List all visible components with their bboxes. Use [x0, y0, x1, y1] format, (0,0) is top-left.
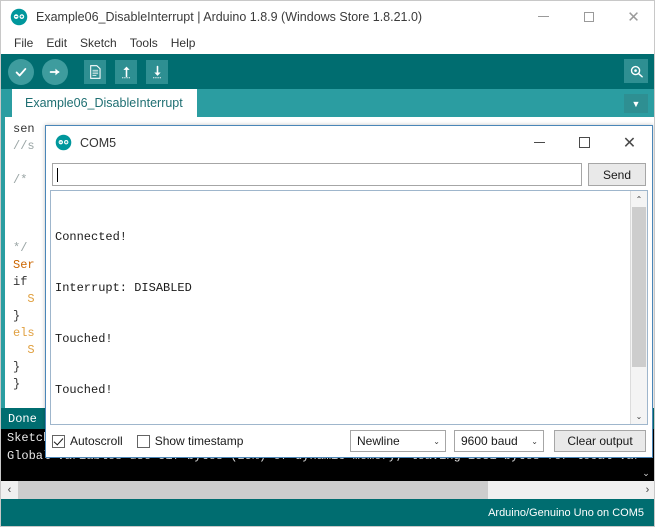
window-controls: ✕: [521, 1, 654, 32]
serial-output-scrollbar[interactable]: ⌃ ⌄: [630, 191, 647, 424]
magnifier-icon: [630, 65, 643, 77]
arduino-ide-window: Example06_DisableInterrupt | Arduino 1.8…: [0, 0, 655, 527]
scroll-track[interactable]: [631, 207, 647, 408]
maximize-button[interactable]: [566, 1, 611, 32]
serial-input-row: Send: [46, 159, 652, 190]
menu-tools[interactable]: Tools: [124, 34, 165, 52]
line-ending-value: Newline: [357, 434, 400, 448]
serial-send-input[interactable]: [52, 163, 582, 186]
text-caret: [57, 167, 58, 182]
arduino-logo-icon: [55, 134, 72, 151]
menu-help[interactable]: Help: [165, 34, 203, 52]
menubar: File Edit Sketch Tools Help: [1, 32, 654, 54]
menu-edit[interactable]: Edit: [40, 34, 74, 52]
arduino-logo-icon: [10, 8, 28, 25]
scroll-down-icon[interactable]: ⌄: [631, 408, 647, 424]
verify-button[interactable]: [8, 58, 34, 85]
chevron-down-icon: ⌄: [433, 436, 440, 446]
menu-file[interactable]: File: [8, 34, 40, 52]
tabbar: Example06_DisableInterrupt ▼: [1, 89, 654, 117]
arrow-down-icon: [152, 65, 162, 78]
baud-rate-value: 9600 baud: [461, 434, 518, 448]
serial-monitor-button[interactable]: [624, 59, 648, 83]
hscroll-thumb[interactable]: [18, 481, 488, 499]
menu-sketch[interactable]: Sketch: [74, 34, 124, 52]
serial-output[interactable]: Connected! Interrupt: DISABLED Touched! …: [51, 191, 630, 424]
autoscroll-checkbox[interactable]: Autoscroll: [52, 434, 123, 448]
checkbox-unchecked-icon[interactable]: [136, 434, 150, 448]
clear-output-button[interactable]: Clear output: [554, 430, 646, 452]
serial-minimize-button[interactable]: [517, 126, 562, 159]
serial-output-line: Interrupt: DISABLED: [55, 281, 192, 295]
scroll-right-icon[interactable]: ›: [639, 481, 654, 499]
serial-output-line: Connected!: [55, 230, 128, 244]
serial-monitor-window: COM5 ✕ Send Connected! Interrupt: DISABL…: [45, 125, 653, 458]
baud-rate-select[interactable]: 9600 baud ⌄: [454, 430, 544, 452]
serial-monitor-footer: Autoscroll Show timestamp Newline ⌄ 9600…: [46, 425, 652, 457]
hscroll-track[interactable]: [18, 481, 639, 499]
console-horizontal-scrollbar[interactable]: ‹ ›: [1, 481, 654, 499]
upload-button[interactable]: [42, 58, 68, 85]
serial-monitor-title: COM5: [80, 135, 117, 150]
serial-output-line: Touched!: [55, 332, 113, 346]
serial-monitor-titlebar: COM5 ✕: [46, 126, 652, 159]
save-sketch-button[interactable]: [146, 59, 168, 84]
arrow-right-icon: [49, 68, 60, 75]
show-timestamp-checkbox[interactable]: Show timestamp: [136, 434, 244, 448]
tab-menu-button[interactable]: ▼: [624, 94, 648, 113]
chevron-down-icon: ⌄: [531, 436, 538, 446]
serial-output-line: Touched!: [55, 383, 113, 397]
minimize-button[interactable]: [521, 1, 566, 32]
checkmark-icon: [15, 67, 27, 76]
send-button[interactable]: Send: [588, 163, 646, 186]
page-title: Example06_DisableInterrupt | Arduino 1.8…: [36, 9, 423, 24]
checkbox-checked-icon[interactable]: [52, 434, 65, 448]
new-file-icon: [89, 64, 101, 79]
scroll-up-icon[interactable]: ⌃: [631, 191, 647, 207]
statusbar: Arduino/Genuino Uno on COM5: [1, 499, 654, 526]
board-port-status: Arduino/Genuino Uno on COM5: [488, 506, 644, 519]
close-button[interactable]: ✕: [611, 1, 654, 32]
toolbar: [1, 54, 654, 89]
serial-close-button[interactable]: ✕: [607, 126, 652, 159]
main-titlebar: Example06_DisableInterrupt | Arduino 1.8…: [1, 1, 654, 32]
serial-maximize-button[interactable]: [562, 126, 607, 159]
scroll-thumb[interactable]: [632, 207, 646, 367]
line-ending-select[interactable]: Newline ⌄: [350, 430, 446, 452]
scroll-left-icon[interactable]: ‹: [1, 481, 18, 499]
autoscroll-label: Autoscroll: [70, 434, 123, 448]
show-timestamp-label: Show timestamp: [154, 434, 244, 448]
arrow-up-icon: [121, 66, 131, 78]
open-sketch-button[interactable]: [115, 59, 137, 84]
tab-example06-disableinterrupt[interactable]: Example06_DisableInterrupt: [12, 89, 197, 117]
serial-monitor-window-controls: ✕: [517, 126, 652, 159]
serial-output-wrapper: Connected! Interrupt: DISABLED Touched! …: [50, 190, 648, 425]
new-sketch-button[interactable]: [84, 59, 106, 84]
